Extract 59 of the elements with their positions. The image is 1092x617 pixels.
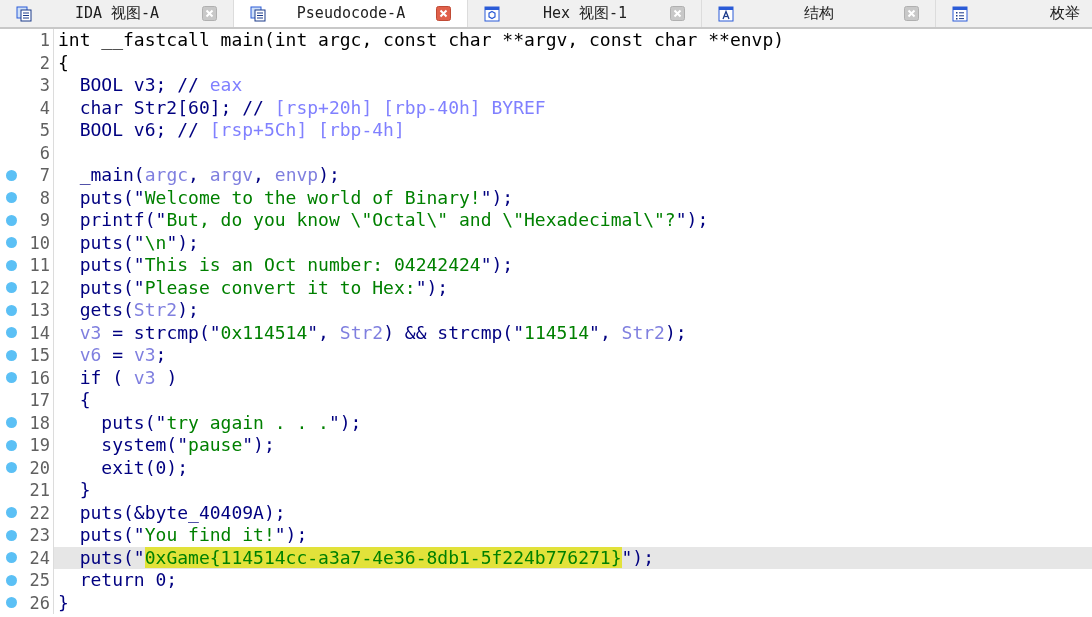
code-text: puts(&byte_40409A); xyxy=(78,501,286,524)
code-text: puts("try again . . ."); xyxy=(100,411,362,434)
document-icon xyxy=(16,5,32,22)
code-text: puts("This is an Oct number: 04242424"); xyxy=(78,254,514,277)
code-text: char Str2[60]; // [rsp+20h] [rbp-40h] BYREF xyxy=(78,96,546,119)
line-number: 3 xyxy=(38,74,50,97)
close-icon[interactable] xyxy=(670,6,685,21)
code-text: BOOL v6; // [rsp+5Ch] [rbp-4h] xyxy=(78,119,405,142)
line-number: 18 xyxy=(28,411,50,434)
close-icon[interactable] xyxy=(202,6,217,21)
line-number: 11 xyxy=(28,254,50,277)
line-number: 4 xyxy=(38,96,50,119)
code-text: system("pause"); xyxy=(100,434,275,457)
line-number: 6 xyxy=(38,141,50,164)
code-text: puts("Welcome to the world of Binary!"); xyxy=(78,186,514,209)
line-number: 17 xyxy=(28,389,50,412)
line-number: 10 xyxy=(28,231,50,254)
line-number: 20 xyxy=(28,456,50,479)
line-number: 2 xyxy=(38,51,50,74)
code-text: } xyxy=(78,479,91,502)
line-number: 25 xyxy=(28,569,50,592)
code-text: v6 = v3; xyxy=(78,344,167,367)
line-number: 24 xyxy=(28,546,50,569)
list-icon xyxy=(952,5,968,22)
structure-icon xyxy=(718,5,734,22)
code-text: return 0; xyxy=(78,569,178,592)
line-number: 7 xyxy=(38,164,50,187)
code-text: if ( v3 ) xyxy=(78,366,178,389)
line-number: 16 xyxy=(28,366,50,389)
line-number: 8 xyxy=(38,186,50,209)
code-text: puts("\n"); xyxy=(78,231,199,254)
document-icon xyxy=(250,5,266,22)
line-number: 26 xyxy=(28,591,50,614)
line-number: 5 xyxy=(38,119,50,142)
close-icon[interactable] xyxy=(436,6,451,21)
line-number: 13 xyxy=(28,299,50,322)
code-text: v3 = strcmp("0x114514", Str2) && strcmp("114514", Str2); xyxy=(78,321,687,344)
code-text: printf("But, do you know \"Octal\" and \"Hexadecimal\"?"); xyxy=(78,209,709,232)
line-number: 9 xyxy=(38,209,50,232)
close-icon[interactable] xyxy=(904,6,919,21)
code-text: gets(Str2); xyxy=(78,299,199,322)
line-number: 15 xyxy=(28,344,50,367)
line-number: 14 xyxy=(28,321,50,344)
code-text: puts("You find it!"); xyxy=(78,524,308,547)
line-number: 21 xyxy=(28,479,50,502)
code-text: { xyxy=(78,389,91,412)
code-text: { xyxy=(57,51,69,74)
code-text: int __fastcall main(int argc, const char **argv, const char **envp) xyxy=(57,29,785,52)
line-number: 19 xyxy=(28,434,50,457)
code-text: exit(0); xyxy=(100,456,189,479)
code-text: BOOL v3; // eax xyxy=(78,74,243,97)
code-text: puts("Please convert it to Hex:"); xyxy=(78,276,449,299)
line-number: 23 xyxy=(28,524,50,547)
code-text: } xyxy=(57,591,69,614)
code-text: _main(argc, argv, envp); xyxy=(78,164,340,187)
line-number: 12 xyxy=(28,276,50,299)
tab[interactable]: Pseudocode-A xyxy=(234,0,468,27)
line-number: 22 xyxy=(28,501,50,524)
line-number: 1 xyxy=(38,29,50,52)
